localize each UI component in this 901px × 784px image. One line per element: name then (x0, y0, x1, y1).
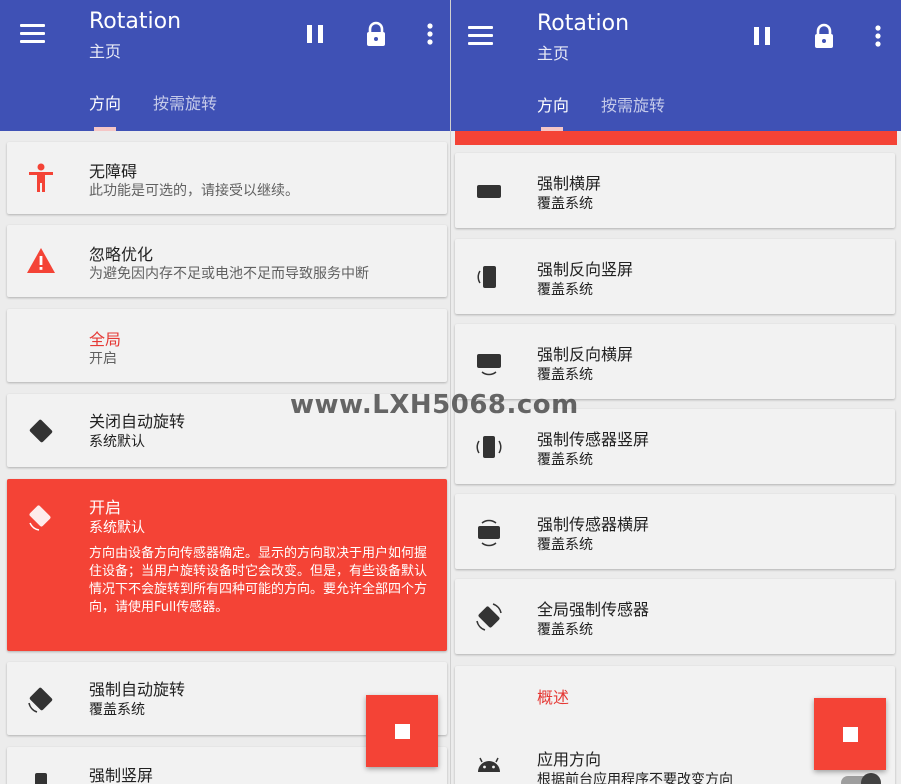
app-title: Rotation (537, 11, 630, 36)
card-title: 强制横屏 (537, 174, 602, 193)
app-subtitle: 主页 (89, 42, 122, 61)
pause-icon[interactable] (749, 22, 777, 50)
card-subtitle: 根据前台应用程序不要改变方向 (537, 772, 733, 784)
card-title: 关闭自动旋转 (89, 412, 186, 431)
card-title: 强制竖屏 (89, 766, 154, 784)
stop-icon (395, 724, 410, 739)
card-title: 强制反向竖屏 (537, 260, 634, 279)
pause-icon[interactable] (302, 20, 330, 48)
menu-icon[interactable] (20, 22, 46, 44)
card-title: 全局强制传感器 (537, 600, 650, 619)
reverse-landscape-icon (477, 354, 501, 376)
left-screen: Rotation 主页 方向 按需旋转 无障碍 此功能是可选的，请接受以继续。 … (0, 0, 450, 784)
app-bar: Rotation 主页 方向 按需旋转 (0, 0, 450, 131)
card-force-reverse-landscape[interactable]: 强制反向横屏 覆盖系统 (455, 324, 895, 399)
app-title: Rotation (89, 9, 182, 34)
card-title: 开启 (89, 498, 122, 517)
more-vert-icon[interactable] (416, 20, 444, 48)
card-auto-rotate-off[interactable]: 关闭自动旋转 系统默认 (7, 394, 447, 467)
card-title: 强制传感器横屏 (537, 515, 650, 534)
card-title: 强制反向横屏 (537, 345, 634, 364)
tab-on-demand[interactable]: 按需旋转 (153, 90, 217, 114)
tab-on-demand[interactable]: 按需旋转 (601, 92, 665, 116)
card-subtitle: 覆盖系统 (537, 537, 593, 553)
warning-icon (27, 248, 55, 273)
app-subtitle: 主页 (537, 44, 570, 63)
lock-icon[interactable] (362, 20, 390, 48)
card-title: 强制传感器竖屏 (537, 430, 650, 449)
card-subtitle: 为避免因内存不足或电池不足而导致服务中断 (89, 266, 369, 282)
tab-indicator (94, 127, 116, 131)
card-title: 无障碍 (89, 162, 138, 181)
tab-orientation[interactable]: 方向 (89, 90, 121, 114)
card-auto-rotate-on[interactable]: 开启 系统默认 方向由设备方向传感器确定。显示的方向取决于用户如何握住设备；当用… (7, 479, 447, 651)
app-orientation-toggle[interactable] (841, 773, 881, 784)
more-vert-icon[interactable] (864, 22, 892, 50)
card-subtitle: 覆盖系统 (537, 367, 593, 383)
right-screen: Rotation 主页 方向 按需旋转 强制横屏 覆盖系统 强制反向竖屏 覆盖系… (451, 0, 901, 784)
sensor-landscape-icon (478, 519, 500, 547)
card-global-force-sensor[interactable]: 全局强制传感器 覆盖系统 (455, 579, 895, 654)
card-title: 忽略优化 (89, 245, 154, 264)
section-title: 全局 (89, 330, 122, 349)
card-subtitle: 覆盖系统 (537, 282, 593, 298)
card-title: 应用方向 (537, 750, 602, 769)
accessibility-icon (29, 163, 53, 192)
card-force-sensor-portrait[interactable]: 强制传感器竖屏 覆盖系统 (455, 409, 895, 484)
card-subtitle: 覆盖系统 (89, 702, 145, 718)
card-subtitle: 覆盖系统 (537, 196, 593, 212)
android-icon (478, 757, 500, 772)
rotation-lock-icon (29, 419, 53, 443)
card-subtitle: 系统默认 (89, 434, 145, 450)
menu-icon[interactable] (468, 24, 494, 46)
lock-icon[interactable] (810, 22, 838, 50)
selected-card-edge (455, 131, 897, 145)
card-subtitle: 系统默认 (89, 520, 145, 536)
card-description: 方向由设备方向传感器确定。显示的方向取决于用户如何握住设备；当用户旋转设备时它会… (89, 546, 428, 615)
full-sensor-icon (476, 603, 502, 631)
reverse-portrait-icon (477, 266, 496, 288)
stop-fab[interactable] (366, 695, 438, 767)
portrait-icon (35, 773, 47, 784)
card-ignore-optimization[interactable]: 忽略优化 为避免因内存不足或电池不足而导致服务中断 (7, 225, 447, 297)
sensor-portrait-icon (476, 436, 502, 458)
landscape-icon (477, 185, 501, 198)
card-subtitle: 此功能是可选的，请接受以继续。 (89, 183, 299, 199)
card-force-landscape[interactable]: 强制横屏 覆盖系统 (455, 153, 895, 228)
card-accessibility[interactable]: 无障碍 此功能是可选的，请接受以继续。 (7, 142, 447, 214)
tab-orientation[interactable]: 方向 (537, 92, 569, 116)
card-subtitle: 覆盖系统 (537, 452, 593, 468)
card-force-sensor-landscape[interactable]: 强制传感器横屏 覆盖系统 (455, 494, 895, 569)
section-title: 概述 (537, 688, 570, 707)
stop-fab[interactable] (814, 698, 886, 770)
stop-icon (843, 727, 858, 742)
auto-rotate-icon (29, 505, 51, 531)
card-global-section: 全局 开启 (7, 309, 447, 382)
app-bar: Rotation 主页 方向 按需旋转 (451, 0, 901, 131)
card-force-reverse-portrait[interactable]: 强制反向竖屏 覆盖系统 (455, 239, 895, 314)
card-title: 强制自动旋转 (89, 680, 186, 699)
force-rotate-icon (28, 687, 53, 713)
card-subtitle: 覆盖系统 (537, 622, 593, 638)
section-subtitle: 开启 (89, 351, 117, 367)
